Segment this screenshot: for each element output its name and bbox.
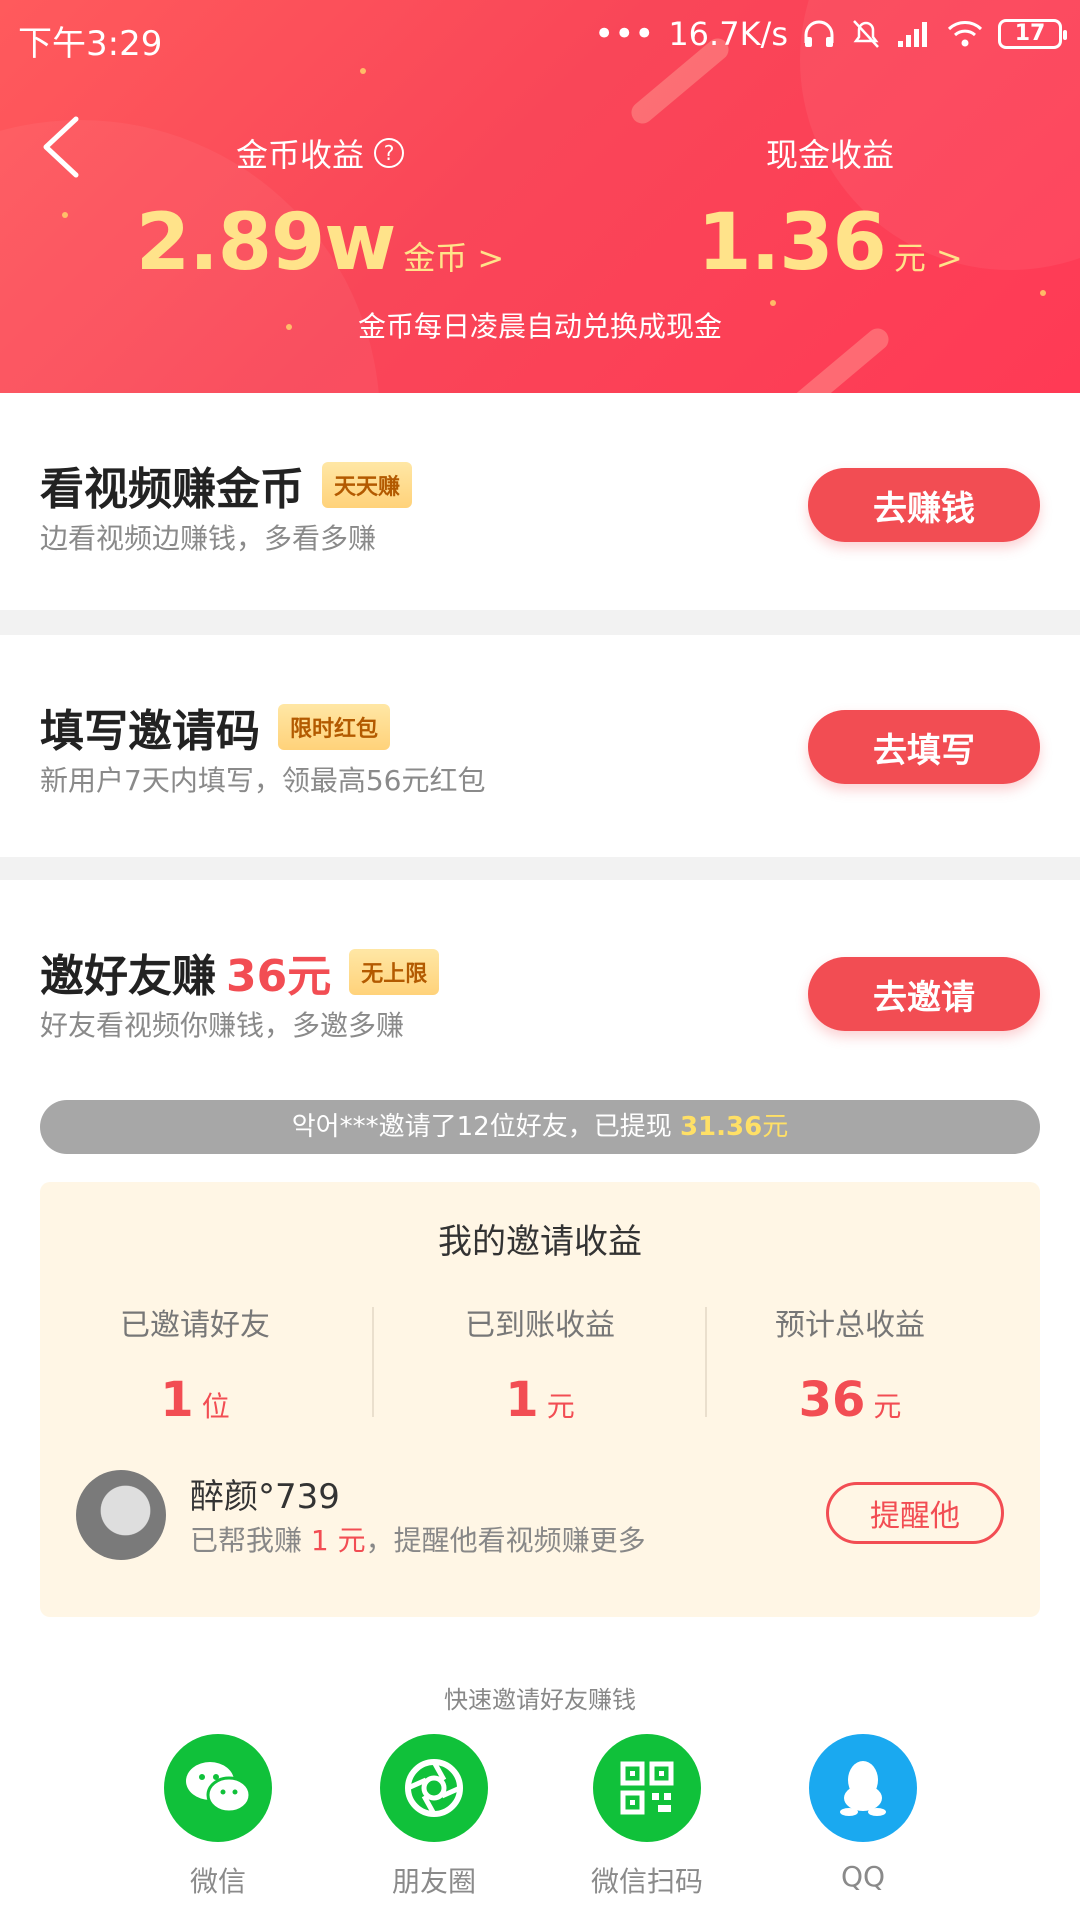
back-arrow-icon[interactable]: [40, 115, 84, 179]
bell-muted-icon: [853, 20, 879, 48]
chevron-right-icon: >: [935, 239, 963, 277]
more-icon: •••: [594, 14, 655, 54]
friend-avatar[interactable]: [76, 1470, 166, 1560]
task-subtitle: 边看视频边赚钱，多看多赚: [40, 522, 377, 555]
moments-icon: [380, 1734, 488, 1842]
task-title: 看视频赚金币: [40, 464, 304, 515]
coin-earnings[interactable]: 金币收益 ? 2.89w 金币 >: [110, 130, 530, 288]
wifi-icon: [947, 21, 983, 47]
invite-button[interactable]: 去邀请: [808, 957, 1040, 1031]
coin-label: 金币收益: [235, 136, 364, 174]
stat-expected-total: 预计总收益 36 元: [695, 1300, 1005, 1428]
earnings-header: 下午3:29 ••• 16.7K/s 17 金币收益 ? 2.89w 金币 > …: [0, 0, 1080, 393]
ticker-unit: 元: [762, 1112, 789, 1142]
task-subtitle: 新用户7天内填写，领最高56元红包: [40, 764, 486, 797]
share-panel: 快速邀请好友赚钱 微信 朋友圈 微信扫码 QQ: [0, 1650, 1080, 1920]
task-title: 邀好友赚: [40, 951, 216, 1002]
stat-label: 已到账收益: [465, 1308, 615, 1343]
coin-unit: 金币: [403, 239, 468, 277]
cash-unit: 元: [893, 239, 926, 277]
headphones-icon: [804, 20, 834, 47]
sparkle-dot: [1040, 290, 1046, 296]
share-label: 朋友圈: [391, 1865, 476, 1898]
task-tag: 无上限: [349, 949, 440, 995]
earnings-title: 我的邀请收益: [438, 1222, 642, 1262]
stat-unit: 元: [873, 1390, 902, 1423]
wechat-icon: [164, 1734, 272, 1842]
cash-earnings[interactable]: 现金收益 1.36 元 >: [630, 130, 1030, 288]
divider: [372, 1307, 374, 1417]
coin-value: 2.89w: [135, 198, 397, 288]
exchange-hint: 金币每日凌晨自动兑换成现金: [357, 310, 722, 343]
stat-unit: 位: [201, 1390, 230, 1423]
share-caption: 快速邀请好友赚钱: [444, 1686, 636, 1714]
stat-value: 1: [505, 1372, 539, 1428]
share-label: 微信扫码: [590, 1865, 703, 1898]
qq-icon: [809, 1734, 917, 1842]
ticker-text: 악어***邀请了12位好友，已提现: [291, 1112, 680, 1142]
task-tag: 限时红包: [278, 704, 391, 750]
stat-label: 预计总收益: [775, 1308, 925, 1343]
task-title: 填写邀请码: [40, 706, 260, 757]
task-card-watch-video: 看视频赚金币 天天赚 边看视频边赚钱，多看多赚 去赚钱: [0, 393, 1080, 610]
share-label: QQ: [840, 1860, 886, 1893]
ticker-amount: 31.36: [679, 1112, 763, 1142]
share-moments[interactable]: 朋友圈: [359, 1734, 509, 1900]
battery-indicator: 17: [998, 19, 1067, 49]
friend-message-prefix: 已帮我赚: [190, 1524, 311, 1557]
task-tag: 天天赚: [322, 462, 413, 508]
earn-money-button[interactable]: 去赚钱: [808, 468, 1040, 542]
share-label: 微信: [189, 1865, 246, 1898]
stat-unit: 元: [546, 1390, 575, 1423]
remind-button[interactable]: 提醒他: [826, 1482, 1004, 1544]
invite-earnings-panel: 我的邀请收益 已邀请好友 1位 已到账收益 1元 预计总收益 36 元 醉颜°73…: [40, 1182, 1040, 1617]
stat-invited-friends: 已邀请好友 1位: [40, 1300, 350, 1428]
stat-value: 36: [798, 1372, 866, 1428]
withdraw-ticker: 악어***邀请了12位好友，已提现 31.36元: [40, 1100, 1040, 1154]
share-wechat[interactable]: 微信: [143, 1734, 293, 1900]
help-icon[interactable]: ?: [374, 138, 404, 168]
task-card-invite-code: 填写邀请码 限时红包 新用户7天内填写，领最高56元红包 去填写: [0, 635, 1080, 857]
task-subtitle: 好友看视频你赚钱，多邀多赚: [40, 1009, 405, 1042]
friend-message: 已帮我赚 1 元，提醒他看视频赚更多: [190, 1519, 646, 1559]
status-bar: 下午3:29 ••• 16.7K/s 17: [0, 0, 1080, 72]
signal-icon: [898, 22, 927, 47]
sparkle-dot: [62, 212, 68, 218]
friend-message-suffix: ，提醒他看视频赚更多: [365, 1524, 646, 1557]
chevron-right-icon: >: [477, 239, 505, 277]
stat-value: 1: [160, 1372, 194, 1428]
qrcode-icon: [593, 1734, 701, 1842]
share-qq[interactable]: QQ: [788, 1734, 938, 1893]
stat-label: 已邀请好友: [120, 1308, 270, 1343]
friend-earned-amount: 1 元: [310, 1524, 366, 1557]
cash-label: 现金收益: [765, 136, 894, 174]
fill-code-button[interactable]: 去填写: [808, 710, 1040, 784]
share-wechat-scan[interactable]: 微信扫码: [572, 1734, 722, 1900]
invite-reward-amount: 36元: [226, 951, 332, 1002]
friend-name: 醉颜°739: [190, 1477, 340, 1517]
status-time: 下午3:29: [18, 24, 163, 64]
cash-value: 1.36: [697, 198, 886, 288]
network-speed: 16.7K/s: [668, 15, 788, 53]
stat-received-earnings: 已到账收益 1元: [385, 1300, 695, 1428]
